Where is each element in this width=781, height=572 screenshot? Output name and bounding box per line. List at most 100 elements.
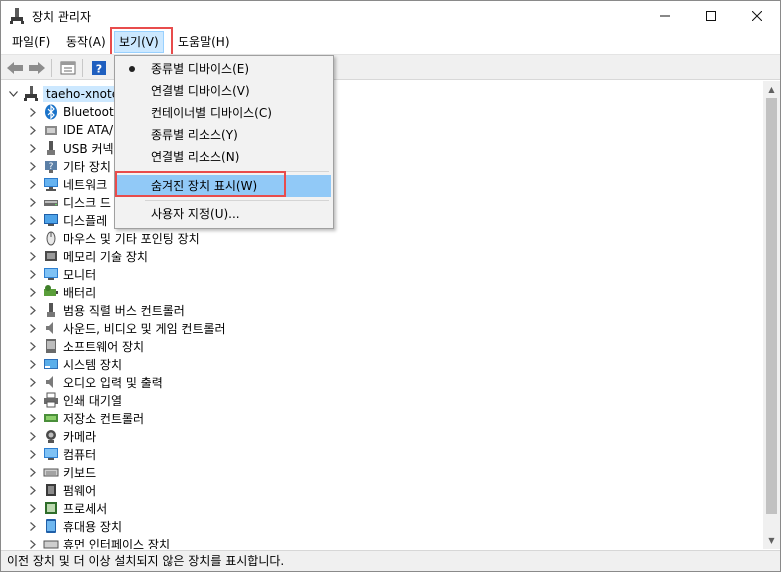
chevron-right-icon[interactable]: [27, 340, 39, 352]
scrollbar-thumb[interactable]: [766, 98, 777, 514]
menu-item-resources-by-connection[interactable]: 연결별 리소스(N): [117, 146, 331, 168]
chevron-right-icon[interactable]: [27, 502, 39, 514]
minimize-button[interactable]: [642, 1, 688, 31]
speaker-icon: [43, 320, 59, 336]
tree-category-label: USB 커넥: [63, 141, 114, 156]
tree-category-label: Bluetooth: [63, 105, 122, 119]
display-adapter-icon: [43, 212, 59, 228]
unknown-device-icon: ?: [43, 158, 59, 174]
window-title: 장치 관리자: [32, 10, 92, 24]
tree-category-row[interactable]: 디스크 드: [27, 193, 111, 211]
tree-category-row[interactable]: 휴대용 장치: [27, 517, 122, 535]
menu-item-devices-by-container[interactable]: 컨테이너별 디바이스(C): [117, 102, 331, 124]
chevron-down-icon[interactable]: [7, 88, 19, 100]
tree-category-row[interactable]: 키보드: [27, 463, 96, 481]
chevron-right-icon[interactable]: [27, 106, 39, 118]
tree-root-label: taeho-xnote: [43, 86, 123, 102]
tree-category-row[interactable]: 범용 직렬 버스 컨트롤러: [27, 301, 185, 319]
properties-button[interactable]: [58, 58, 78, 78]
chevron-right-icon[interactable]: [27, 160, 39, 172]
tree-category-row[interactable]: 마우스 및 기타 포인팅 장치: [27, 229, 200, 247]
chevron-right-icon[interactable]: [27, 142, 39, 154]
tree-category-label: 카메라: [63, 429, 97, 444]
chevron-right-icon[interactable]: [27, 250, 39, 262]
tree-category-row[interactable]: ? 기타 장치: [27, 157, 111, 175]
software-device-icon: [43, 338, 59, 354]
tree-category-row[interactable]: 저장소 컨트롤러: [27, 409, 144, 427]
tree-category-label: 마우스 및 기타 포인팅 장치: [63, 231, 200, 246]
tree-category-row[interactable]: 배터리: [27, 283, 96, 301]
tree-category-row[interactable]: 디스플레: [27, 211, 107, 229]
tree-category-row[interactable]: IDE ATA/: [27, 121, 113, 139]
tree-category-row[interactable]: 컴퓨터: [27, 445, 96, 463]
tree-category-row[interactable]: 프로세서: [27, 499, 107, 517]
chevron-right-icon[interactable]: [27, 286, 39, 298]
chevron-right-icon[interactable]: [27, 304, 39, 316]
forward-button[interactable]: [27, 58, 47, 78]
menu-item-devices-by-type[interactable]: 종류별 디바이스(E): [117, 58, 331, 80]
chevron-right-icon[interactable]: [27, 430, 39, 442]
chevron-right-icon[interactable]: [27, 358, 39, 370]
menu-item-label: 연결별 디바이스(V): [151, 84, 250, 98]
chevron-right-icon[interactable]: [27, 394, 39, 406]
tree-category-label: 펌웨어: [63, 483, 97, 498]
tree-category-label: 시스템 장치: [63, 357, 123, 372]
maximize-button[interactable]: [688, 1, 734, 31]
tree-root-row[interactable]: taeho-xnote: [7, 85, 123, 103]
menu-item-devices-by-connection[interactable]: 연결별 디바이스(V): [117, 80, 331, 102]
chevron-right-icon[interactable]: [27, 214, 39, 226]
chevron-right-icon[interactable]: [27, 268, 39, 280]
chevron-right-icon[interactable]: [27, 538, 39, 549]
help-button[interactable]: ?: [89, 58, 109, 78]
tree-category-row[interactable]: Bluetooth: [27, 103, 121, 121]
menu-help[interactable]: 도움말(H): [174, 31, 234, 53]
printer-icon: [43, 392, 59, 408]
minimize-icon: [660, 15, 670, 17]
tree-category-row[interactable]: 모니터: [27, 265, 96, 283]
tree-category-row[interactable]: 사운드, 비디오 및 게임 컨트롤러: [27, 319, 226, 337]
tree-category-row[interactable]: USB 커넥: [27, 139, 114, 157]
chevron-right-icon[interactable]: [27, 376, 39, 388]
chevron-right-icon[interactable]: [27, 520, 39, 532]
menu-item-customize[interactable]: 사용자 지정(U)...: [117, 203, 331, 225]
device-manager-window: 장치 관리자 파일(F) 동작(A) 보기(V) 도움말(H) ? taeho-…: [0, 0, 781, 572]
tree-category-row[interactable]: 인쇄 대기열: [27, 391, 122, 409]
chevron-right-icon[interactable]: [27, 448, 39, 460]
chevron-right-icon[interactable]: [27, 178, 39, 190]
chevron-right-icon[interactable]: [27, 196, 39, 208]
chevron-right-icon[interactable]: [27, 484, 39, 496]
tree-category-label: 범용 직렬 버스 컨트롤러: [63, 303, 185, 318]
forward-icon: [29, 62, 45, 74]
hid-icon: [43, 536, 59, 549]
back-button[interactable]: [5, 58, 25, 78]
tree-category-row[interactable]: 시스템 장치: [27, 355, 122, 373]
tree-category-row[interactable]: 메모리 기술 장치: [27, 247, 148, 265]
tree-category-row[interactable]: 소프트웨어 장치: [27, 337, 144, 355]
menu-action[interactable]: 동작(A): [62, 31, 110, 53]
tree-category-label: 컴퓨터: [63, 447, 97, 462]
chevron-right-icon[interactable]: [27, 466, 39, 478]
menu-file[interactable]: 파일(F): [8, 31, 54, 53]
help-icon: ?: [92, 61, 106, 76]
tree-category-row[interactable]: 오디오 입력 및 출력: [27, 373, 163, 391]
back-icon: [7, 62, 23, 74]
view-menu-highlight-box: [110, 27, 173, 56]
chevron-right-icon[interactable]: [27, 124, 39, 136]
chevron-right-icon[interactable]: [27, 322, 39, 334]
show-hidden-highlight-box: [115, 171, 286, 197]
tree-category-row[interactable]: 펌웨어: [27, 481, 96, 499]
menu-item-resources-by-type[interactable]: 종류별 리소스(Y): [117, 124, 331, 146]
tree-category-label: 프로세서: [63, 501, 108, 516]
tree-category-row[interactable]: 네트워크: [27, 175, 107, 193]
scroll-up-icon[interactable]: ▲: [763, 81, 780, 98]
tree-category-row[interactable]: 카메라: [27, 427, 96, 445]
monitor-icon: [43, 266, 59, 282]
scroll-down-icon[interactable]: ▼: [763, 532, 780, 549]
close-button[interactable]: [734, 1, 780, 31]
storage-controller-icon: [43, 410, 59, 426]
chevron-right-icon[interactable]: [27, 412, 39, 424]
tree-category-row[interactable]: 휴먼 인터페이스 장치: [27, 535, 170, 549]
system-device-icon: [43, 356, 59, 372]
vertical-scrollbar[interactable]: ▲ ▼: [763, 81, 780, 549]
chevron-right-icon[interactable]: [27, 232, 39, 244]
